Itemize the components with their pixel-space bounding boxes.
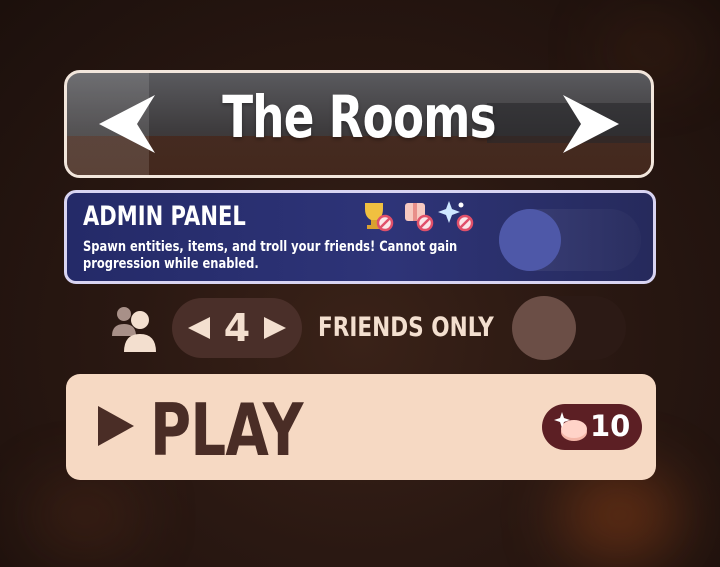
map-title: The Rooms	[222, 83, 496, 151]
map-selector: The Rooms	[64, 70, 654, 178]
play-cost-value: 10	[590, 409, 631, 443]
toggle-knob	[512, 296, 576, 360]
friends-only-toggle[interactable]	[512, 296, 626, 360]
play-button[interactable]: PLAY 10	[66, 374, 656, 480]
toggle-knob	[499, 209, 561, 271]
arrow-right-icon[interactable]	[561, 93, 621, 155]
gift-disabled-icon	[405, 203, 434, 232]
sparkle-disabled-icon	[438, 201, 474, 232]
admin-panel-description: Spawn entities, items, and troll your fr…	[83, 239, 458, 272]
play-icon	[98, 406, 134, 446]
people-icon	[112, 307, 156, 352]
admin-perk-icons	[365, 201, 474, 232]
admin-panel-title: ADMIN PANEL	[83, 201, 246, 232]
background-glow	[560, 470, 680, 560]
admin-panel: ADMIN PANEL Spawn entities, items, and t…	[64, 190, 656, 284]
trophy-disabled-icon	[365, 203, 394, 232]
play-cost-badge: 10	[542, 404, 642, 450]
coin-sparkle-icon	[554, 412, 587, 441]
player-count-selector: 4	[172, 298, 302, 358]
chevron-right-icon[interactable]	[262, 315, 288, 341]
play-label: PLAY	[150, 388, 303, 472]
background-glow	[30, 480, 140, 550]
admin-panel-toggle[interactable]	[499, 209, 641, 271]
friends-only-label: FRIENDS ONLY	[318, 312, 494, 343]
